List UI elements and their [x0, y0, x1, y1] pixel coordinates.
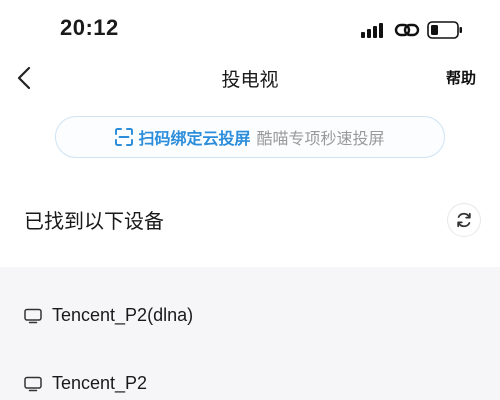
device-list: Tencent_P2(dlna) Tencent_P2 — [0, 267, 500, 400]
tv-icon — [24, 376, 42, 391]
refresh-button[interactable] — [447, 203, 481, 237]
devices-header: 已找到以下设备 — [24, 209, 164, 233]
device-item[interactable]: Tencent_P2 — [24, 373, 147, 394]
battery-icon — [427, 21, 462, 39]
device-item[interactable]: Tencent_P2(dlna) — [24, 305, 193, 326]
status-time: 20:12 — [60, 15, 119, 40]
scan-bind-button[interactable]: 扫码绑定云投屏 酷喵专项秒速投屏 — [55, 116, 445, 158]
help-link[interactable]: 帮助 — [446, 67, 476, 88]
scan-bind-label: 扫码绑定云投屏 — [138, 129, 251, 148]
nav-bar: 投电视 帮助 — [0, 56, 500, 100]
signal-icon — [361, 22, 385, 38]
tv-icon — [24, 308, 42, 323]
device-name: Tencent_P2(dlna) — [52, 305, 194, 325]
device-name: Tencent_P2 — [52, 373, 148, 393]
page-title: 投电视 — [221, 69, 279, 91]
link-icon — [394, 23, 420, 37]
scan-icon — [115, 128, 134, 146]
refresh-icon — [457, 212, 471, 228]
scan-bind-subtitle: 酷喵专项秒速投屏 — [256, 129, 385, 148]
status-bar: 20:12 — [0, 0, 500, 56]
